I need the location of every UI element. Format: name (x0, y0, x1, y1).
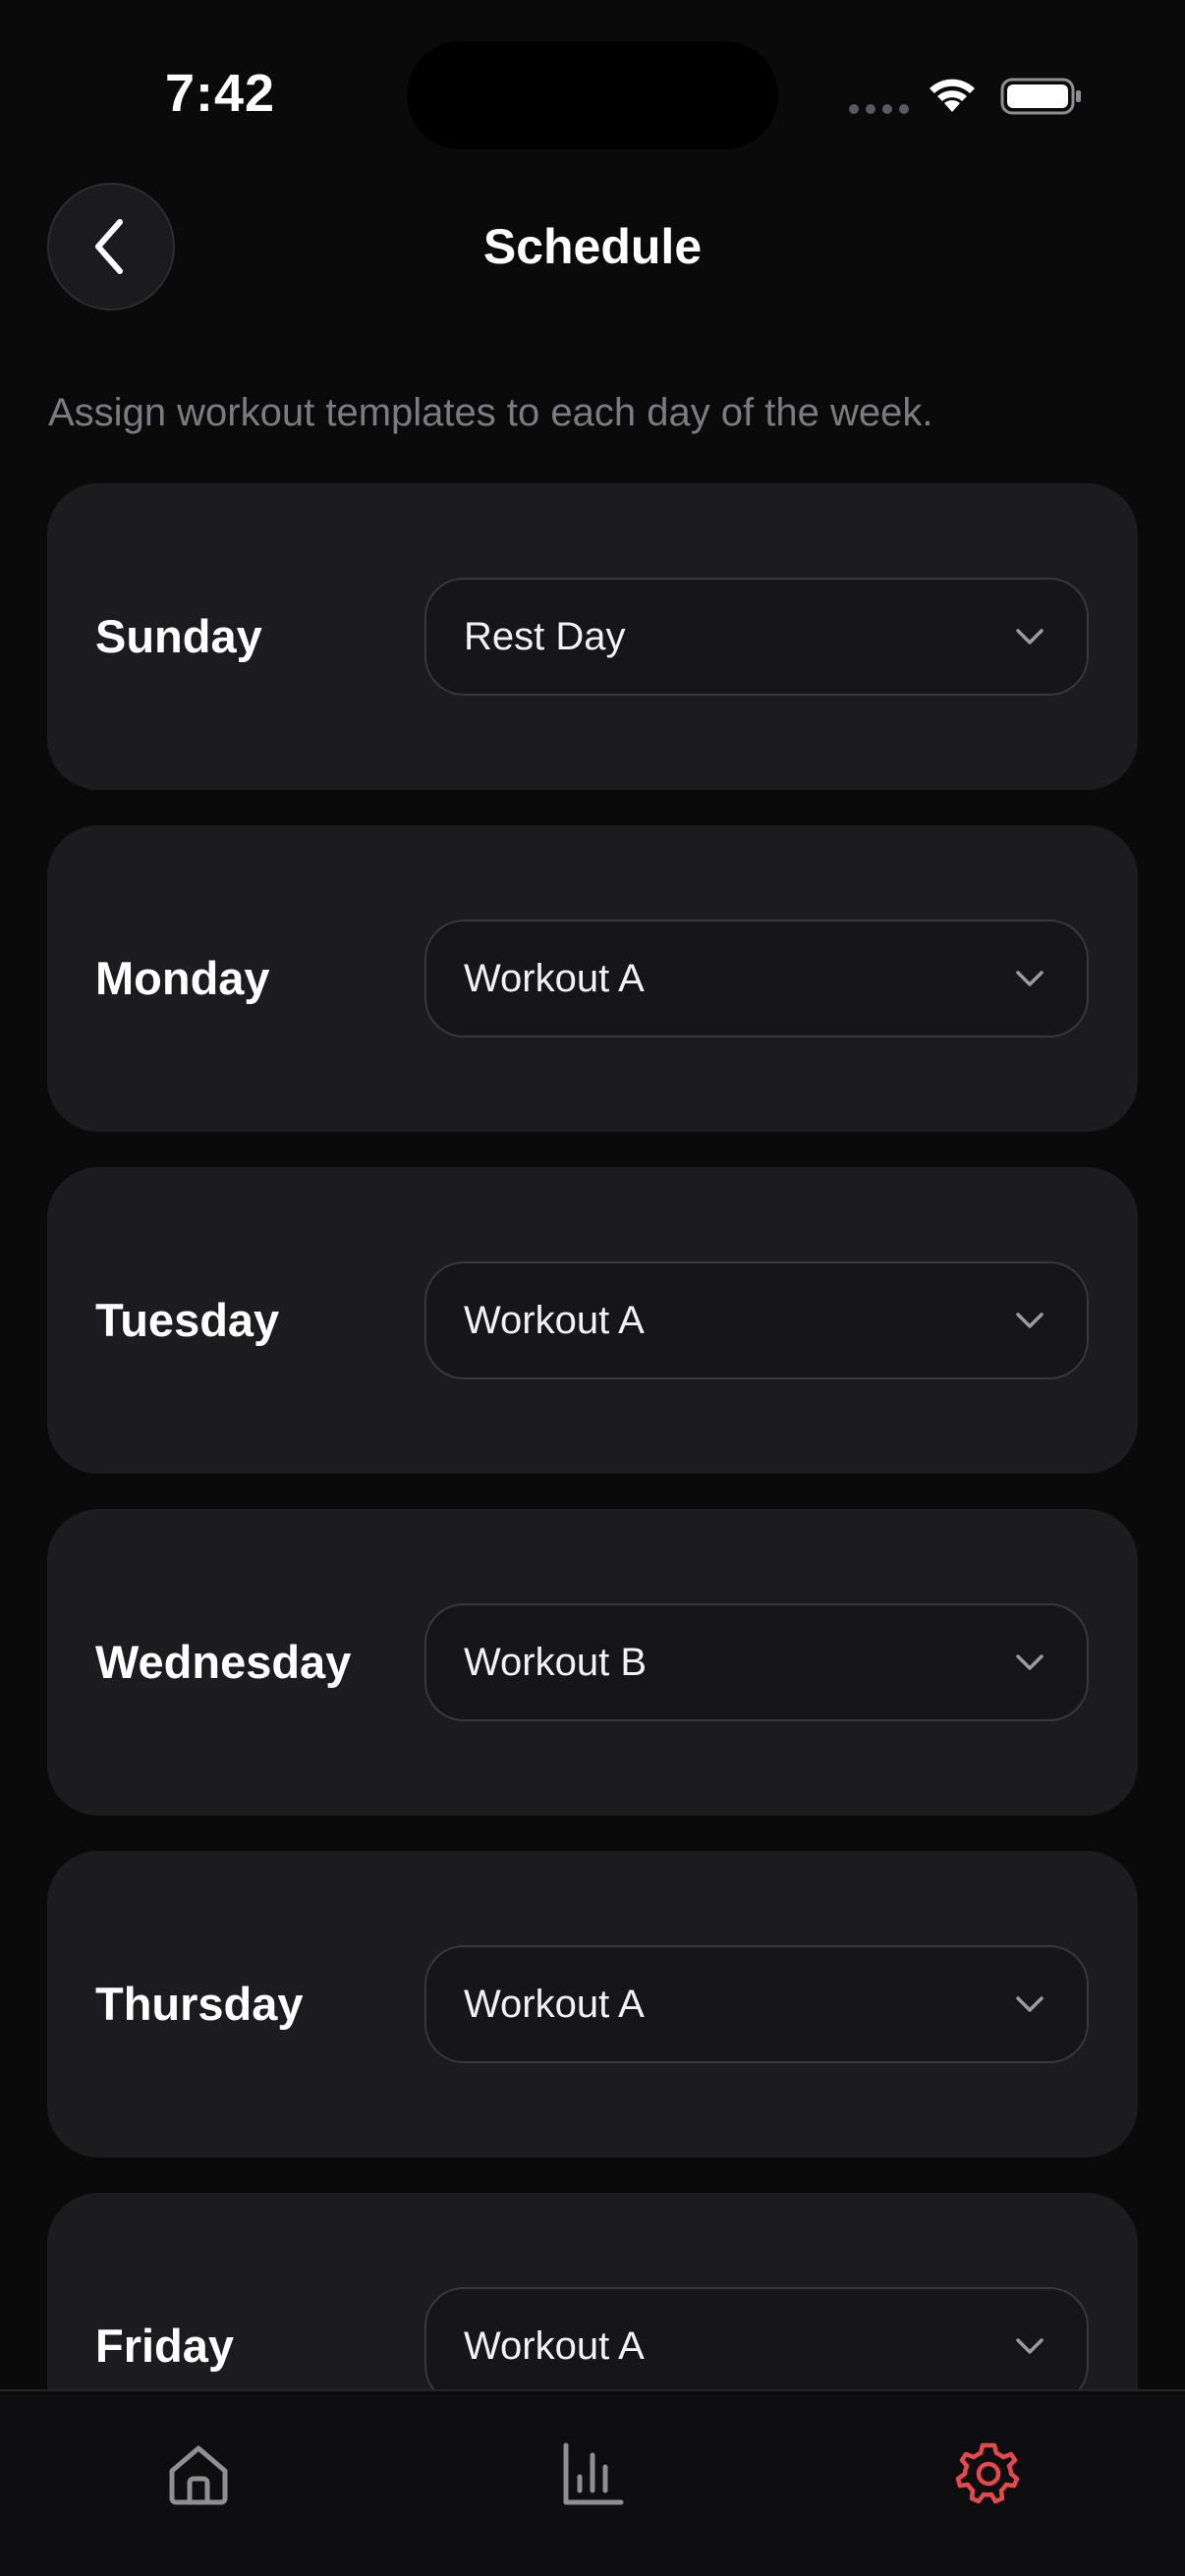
wifi-icon (930, 79, 975, 112)
day-label: Thursday (95, 1978, 304, 2030)
dynamic-island (407, 41, 778, 149)
tab-settings[interactable] (920, 2405, 1057, 2543)
day-card-wednesday: Wednesday Workout B (47, 1509, 1138, 1816)
chevron-down-icon (1016, 1654, 1044, 1670)
home-icon (169, 2445, 228, 2505)
bar-chart-icon (563, 2442, 624, 2505)
chevron-down-icon (1016, 2338, 1044, 2354)
chevron-down-icon (1016, 1996, 1044, 2012)
template-select-value: Workout A (464, 1299, 645, 1342)
day-card-tuesday: Tuesday Workout A (47, 1167, 1138, 1474)
battery-icon (1000, 78, 1081, 115)
template-select-sunday[interactable]: Rest Day (424, 578, 1089, 696)
tab-stats[interactable] (524, 2405, 661, 2543)
day-card-monday: Monday Workout A (47, 825, 1138, 1132)
template-select-value: Workout A (464, 2324, 645, 2368)
tab-bar (0, 2389, 1185, 2576)
chevron-down-icon (1016, 629, 1044, 644)
gear-icon (955, 2442, 1020, 2504)
chevron-down-icon (1016, 1313, 1044, 1328)
template-select-tuesday[interactable]: Workout A (424, 1261, 1089, 1379)
day-card-thursday: Thursday Workout A (47, 1851, 1138, 2157)
day-schedule-list: Sunday Rest Day Monday Workout A Tuesday… (47, 483, 1138, 2535)
template-select-thursday[interactable]: Workout A (424, 1945, 1089, 2063)
day-card-sunday: Sunday Rest Day (47, 483, 1138, 790)
template-select-friday[interactable]: Workout A (424, 2287, 1089, 2405)
day-label: Wednesday (95, 1636, 352, 1688)
day-label: Tuesday (95, 1294, 280, 1346)
template-select-value: Rest Day (464, 615, 626, 658)
tab-home[interactable] (130, 2405, 267, 2543)
status-bar: 7:42 (0, 0, 1185, 187)
status-time: 7:42 (165, 64, 276, 123)
page-title: Schedule (482, 219, 703, 274)
page-subtitle: Assign workout templates to each day of … (48, 391, 933, 434)
chevron-down-icon (1016, 971, 1044, 986)
template-select-monday[interactable]: Workout A (424, 920, 1089, 1037)
template-select-value: Workout A (464, 957, 645, 1000)
day-label: Monday (95, 952, 270, 1004)
template-select-value: Workout A (464, 1983, 645, 2026)
template-select-value: Workout B (464, 1641, 647, 1684)
day-label: Sunday (95, 610, 262, 662)
cellular-signal-icon (849, 104, 909, 114)
template-select-wednesday[interactable]: Workout B (424, 1603, 1089, 1721)
